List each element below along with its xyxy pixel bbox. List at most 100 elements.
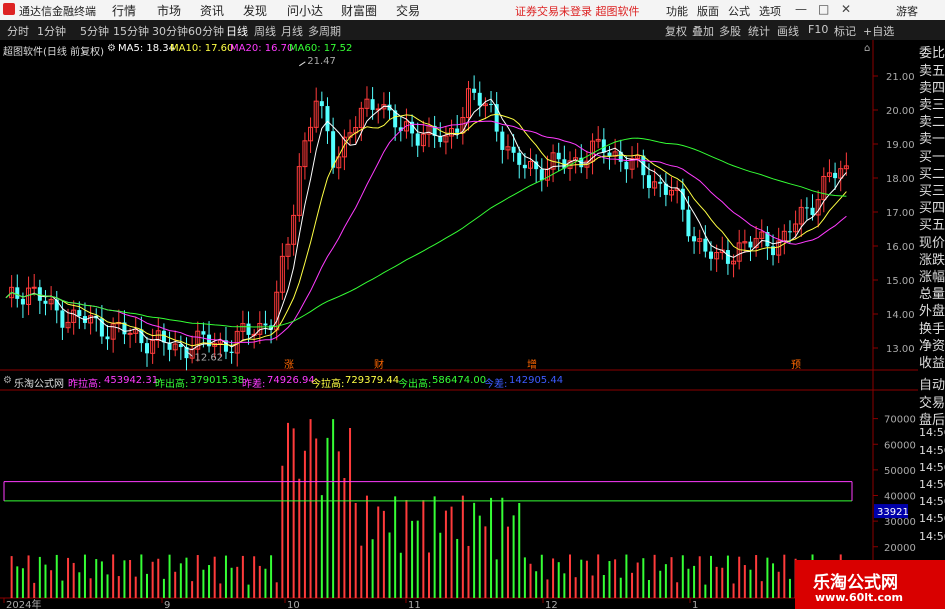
candle-body	[263, 323, 268, 326]
candle-body	[246, 323, 251, 335]
minimize-button[interactable]: —	[795, 2, 807, 16]
candle-body	[201, 331, 206, 335]
item-today-diff-label: 今差:	[484, 379, 508, 390]
candle-body	[748, 241, 753, 248]
menu-xuanxiang[interactable]: 选项	[759, 3, 781, 19]
maximize-button[interactable]: □	[818, 2, 829, 16]
side-panel-label: 委比	[919, 46, 945, 61]
stats-button[interactable]: 统计	[748, 23, 770, 39]
candle-body	[15, 287, 20, 299]
side-panel-label: 收益	[919, 356, 945, 371]
item-today-out-label: 今出高:	[398, 379, 432, 390]
menu-hangqing[interactable]: 行情	[112, 2, 136, 19]
fuquan-button[interactable]: 复权	[665, 23, 687, 39]
candle-body	[105, 336, 110, 340]
pin-icon[interactable]: ⌂	[864, 43, 870, 54]
side-panel-label: 外盘	[919, 304, 945, 319]
draw-line-button[interactable]: 画线	[777, 23, 799, 39]
high-label: 21.47	[307, 56, 336, 67]
item-yesterday-out-value: 379015.38	[190, 375, 245, 386]
candle-body	[472, 88, 477, 93]
price-tick-label: 15.00	[886, 276, 915, 287]
item-today-pull-value: 729379.44	[345, 375, 400, 386]
tab-weekly[interactable]: 周线	[254, 23, 276, 39]
item-yesterday-pull-label: 昨拉高:	[68, 379, 102, 390]
f10-button[interactable]: F10	[808, 23, 828, 36]
candle-body	[517, 152, 522, 165]
price-tick-label: 20.00	[886, 106, 915, 117]
volume-tick-label: 50000	[884, 466, 916, 477]
tab-15min[interactable]: 15分钟	[113, 23, 149, 39]
side-panel-label: 自动	[919, 378, 945, 393]
item-yesterday-diff-value: 74926.94	[267, 375, 315, 386]
menu-jiaoyi[interactable]: 交易	[396, 2, 420, 19]
candle-body	[31, 286, 37, 289]
price-tick-label: 21.00	[886, 72, 915, 83]
menu-shichang[interactable]: 市场	[157, 2, 181, 19]
tab-fenshi[interactable]: 分时	[7, 23, 29, 39]
candle-body	[43, 300, 48, 304]
candle-body	[686, 209, 691, 237]
side-panel-label: 买五	[919, 218, 945, 233]
tab-1min[interactable]: 1分钟	[37, 23, 66, 39]
tab-5min[interactable]: 5分钟	[80, 23, 109, 39]
candle-body	[319, 101, 324, 107]
volume-tick-label: 60000	[884, 440, 916, 451]
login-warning[interactable]: 证券交易未登录 超图软件	[515, 3, 640, 19]
candle-body	[325, 106, 330, 132]
candle-body	[489, 103, 494, 105]
candle-body	[37, 287, 42, 301]
ma10-label: MA10: 17.60	[170, 43, 234, 54]
tab-monthly[interactable]: 月线	[281, 23, 303, 39]
menu-gongneng[interactable]: 功能	[666, 3, 688, 19]
side-panel-label: 卖一	[919, 132, 945, 147]
close-button[interactable]: ✕	[841, 2, 851, 16]
price-tick-label: 17.00	[886, 208, 915, 219]
candle-body	[692, 236, 697, 242]
menu-caifuquan[interactable]: 财富圈	[341, 2, 377, 19]
side-panel-label: 14:56	[919, 426, 945, 439]
candle-body	[229, 351, 234, 354]
menu-faxian[interactable]: 发现	[243, 2, 267, 19]
candle-body	[646, 175, 651, 188]
current-volume-label: 33921	[877, 507, 909, 518]
multi-stock-button[interactable]: 多股	[719, 23, 741, 39]
menu-banmian[interactable]: 版面	[697, 3, 719, 19]
stock-name: 超图软件(日线 前复权)	[3, 47, 104, 58]
menu-zixun[interactable]: 资讯	[200, 2, 224, 19]
kline-chart[interactable]: 21.00 20.00 19.00 18.00 17.00 16.00 15.00 14.00…	[0, 40, 918, 609]
tab-30min[interactable]: 30分钟	[152, 23, 188, 39]
date-label: 12	[545, 600, 558, 609]
candle-body	[810, 207, 815, 215]
tab-daily[interactable]: 日线	[226, 23, 248, 39]
price-tick-label: 14.00	[886, 310, 915, 321]
candle-body	[20, 298, 25, 305]
add-watchlist-button[interactable]: +自选	[863, 23, 894, 39]
period-toolbar: 分时 1分钟 5分钟 15分钟 30分钟 60分钟 日线 周线 月线 多周期 复…	[0, 20, 945, 41]
candle-body	[370, 99, 375, 110]
mark-button[interactable]: 标记	[834, 23, 856, 39]
overlay-button[interactable]: 叠加	[692, 23, 714, 39]
menu-gongshi[interactable]: 公式	[728, 3, 750, 19]
candle-body	[804, 207, 809, 209]
menu-wenxiaoda[interactable]: 问小达	[287, 2, 323, 19]
candle-body	[500, 131, 505, 150]
app-title: 通达信金融终端	[19, 5, 96, 18]
candle-body	[127, 332, 133, 335]
event-marker: 预	[791, 359, 801, 371]
tab-multi-period[interactable]: 多周期	[308, 23, 341, 39]
date-label: 1	[692, 600, 698, 609]
date-label: 9	[164, 600, 170, 609]
event-marker: 增	[527, 358, 537, 371]
candle-body	[77, 310, 82, 317]
candle-body	[556, 152, 561, 160]
side-panel-label: 14:56	[919, 530, 945, 543]
ma5-label: MA5: 18.34	[118, 43, 176, 54]
volume-tick-label: 40000	[884, 492, 916, 503]
settings-icon[interactable]: ⚙	[107, 43, 116, 54]
guest-label[interactable]: 游客	[896, 3, 918, 19]
candle-body	[511, 146, 516, 153]
candle-body	[415, 133, 420, 146]
tab-60min[interactable]: 60分钟	[188, 23, 224, 39]
indicator-settings-icon[interactable]: ⚙	[3, 375, 12, 386]
